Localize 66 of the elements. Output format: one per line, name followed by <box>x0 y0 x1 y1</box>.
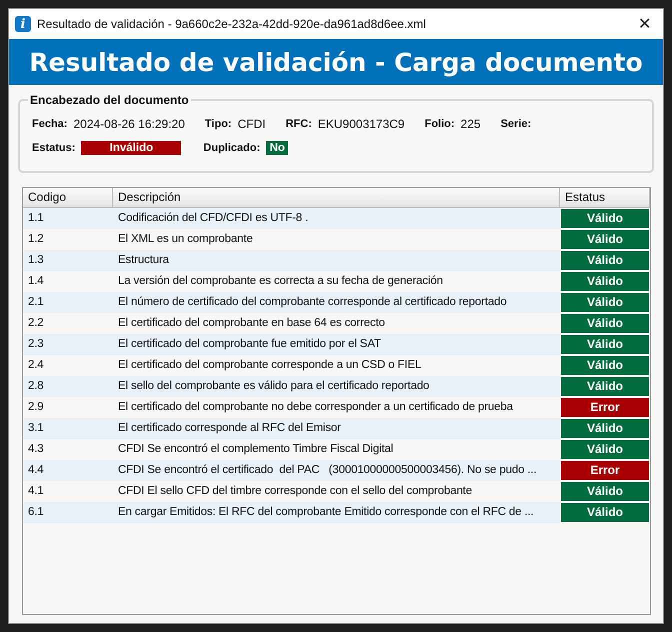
description-cell: El número de certificado del comprobante corresponde al certificado reportado <box>113 292 560 313</box>
status-badge: Válido <box>561 230 649 249</box>
window-title: Resultado de validación - 9a660c2e-232a-42dd-920e-da961ad8d6ee.xml <box>37 17 427 31</box>
duplicate-badge: No <box>266 141 288 155</box>
app-icon: i <box>15 16 31 32</box>
description-cell: En cargar Emitidos: El RFC del comprobante Emitido corresponde con el RFC de ... <box>113 502 560 523</box>
code-cell: 2.1 <box>23 292 113 313</box>
description-cell: El certificado corresponde al RFC del Emisor <box>113 418 560 439</box>
status-badge: Válido <box>561 272 649 291</box>
description-cell-text: El certificado del comprobante corresponde a un CSD o FIEL <box>117 358 422 373</box>
description-cell-text: CFDI Se encontró el complemento Timbre Fiscal Digital <box>117 442 394 457</box>
description-cell-text: CFDI El sello CFD del timbre corresponde con el sello del comprobante <box>117 484 473 499</box>
description-cell: El sello del comprobante es válido para el certificado reportado <box>113 376 560 397</box>
code-cell: 1.1 <box>23 208 113 229</box>
code-cell: 3.1 <box>23 418 113 439</box>
description-cell: El certificado del comprobante fue emitido por el SAT <box>113 334 560 355</box>
field-label: Serie: <box>500 118 532 130</box>
field-value: CFDI <box>238 117 266 131</box>
column-header[interactable]: Descripción <box>113 188 560 208</box>
code-cell-text: 1.2 <box>27 232 45 247</box>
field-label: Folio: <box>424 118 455 130</box>
panel-title: Encabezado del documento <box>29 93 190 107</box>
code-cell: 1.3 <box>23 250 113 271</box>
banner-title: Resultado de validación - Carga documento <box>9 39 663 85</box>
field-label: RFC: <box>286 118 312 130</box>
field-label: Estatus: <box>32 142 76 154</box>
status-badge: Inválido <box>81 141 182 155</box>
description-cell-text: El certificado del comprobante no debe corresponder a un certificado de prueba <box>117 400 514 415</box>
field-value: EKU9003173C9 <box>318 117 405 131</box>
field-value: 2024-08-26 16:29:20 <box>73 117 185 131</box>
code-cell-text: 4.3 <box>27 442 45 457</box>
code-cell-text: 2.9 <box>27 400 45 415</box>
description-cell-text: El XML es un comprobante <box>117 232 254 247</box>
description-cell: CFDI Se encontró el certificado del PAC (30001000000500003456). No se pudo ... <box>113 460 560 481</box>
description-cell-text: El certificado del comprobante en base 64 es correcto <box>117 316 386 331</box>
status-badge: Válido <box>561 356 649 375</box>
code-cell: 6.1 <box>23 502 113 523</box>
code-cell-text: 4.1 <box>27 484 45 499</box>
status-badge: Error <box>561 398 649 417</box>
field-label: Duplicado: <box>203 142 260 154</box>
column-header[interactable]: Codigo <box>23 188 113 208</box>
status-badge: Válido <box>561 314 649 333</box>
status-badge: Válido <box>561 482 649 501</box>
status-badge: Válido <box>561 251 649 270</box>
status-badge: Válido <box>561 503 649 522</box>
description-cell: Estructura <box>113 250 560 271</box>
description-cell: Codificación del CFD/CFDI es UTF-8 . <box>113 208 560 229</box>
status-badge: Válido <box>561 293 649 312</box>
field-label: Fecha: <box>32 118 68 130</box>
column-header[interactable]: Estatus <box>560 188 650 208</box>
code-cell: 4.4 <box>23 460 113 481</box>
code-cell-text: 1.4 <box>27 274 45 289</box>
status-badge: Válido <box>561 419 649 438</box>
description-cell-text: La versión del comprobante es correcta a su fecha de generación <box>117 274 444 289</box>
status-badge: Válido <box>561 335 649 354</box>
status-badge: Error <box>561 461 649 480</box>
field-value: 225 <box>460 117 481 131</box>
code-cell-text: 2.4 <box>27 358 45 373</box>
status-badge: Válido <box>561 209 649 228</box>
status-badge: Válido <box>561 440 649 459</box>
code-cell: 2.8 <box>23 376 113 397</box>
field-label: Tipo: <box>204 118 232 130</box>
code-cell: 2.3 <box>23 334 113 355</box>
code-cell-text: 2.2 <box>27 316 45 331</box>
status-badge: Válido <box>561 377 649 396</box>
close-button[interactable]: ✕ <box>632 14 657 34</box>
